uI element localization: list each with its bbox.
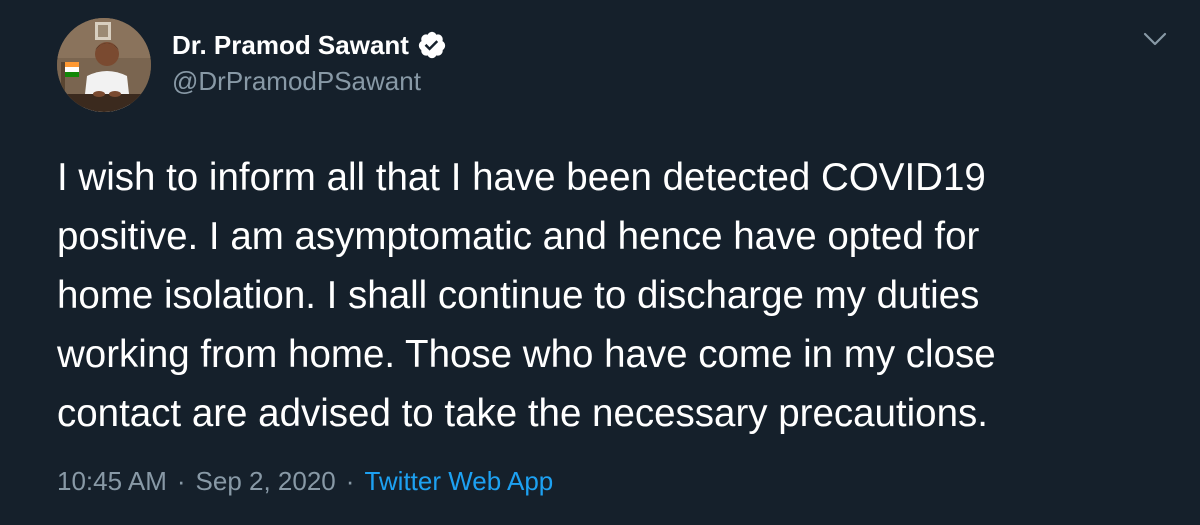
author-name-row[interactable]: Dr. Pramod Sawant <box>172 27 447 63</box>
tweet-text-line: working from home. Those who have come i… <box>57 333 996 376</box>
verified-badge-icon <box>417 30 447 60</box>
tweet-card: Dr. Pramod Sawant @DrPramodPSawant I wis… <box>0 0 1200 525</box>
tweet-time[interactable]: 10:45 AM <box>57 466 167 497</box>
tweet-text-line: positive. I am asymptomatic and hence ha… <box>57 215 980 258</box>
meta-separator: · <box>176 466 186 496</box>
avatar[interactable] <box>57 18 151 112</box>
author-handle[interactable]: @DrPramodPSawant <box>172 66 421 97</box>
tweet-meta: 10:45 AM · Sep 2, 2020 · Twitter Web App <box>57 466 553 497</box>
tweet-text: I wish to inform all that I have been de… <box>57 148 1157 443</box>
tweet-date[interactable]: Sep 2, 2020 <box>196 466 336 497</box>
tweet-text-line: I wish to inform all that I have been de… <box>57 156 986 199</box>
tweet-source-link[interactable]: Twitter Web App <box>364 466 553 497</box>
tweet-text-line: home isolation. I shall continue to disc… <box>57 274 980 317</box>
meta-separator: · <box>345 466 355 496</box>
display-name[interactable]: Dr. Pramod Sawant <box>172 30 409 61</box>
chevron-down-icon[interactable] <box>1140 26 1170 52</box>
tweet-text-line: contact are advised to take the necessar… <box>57 392 988 435</box>
